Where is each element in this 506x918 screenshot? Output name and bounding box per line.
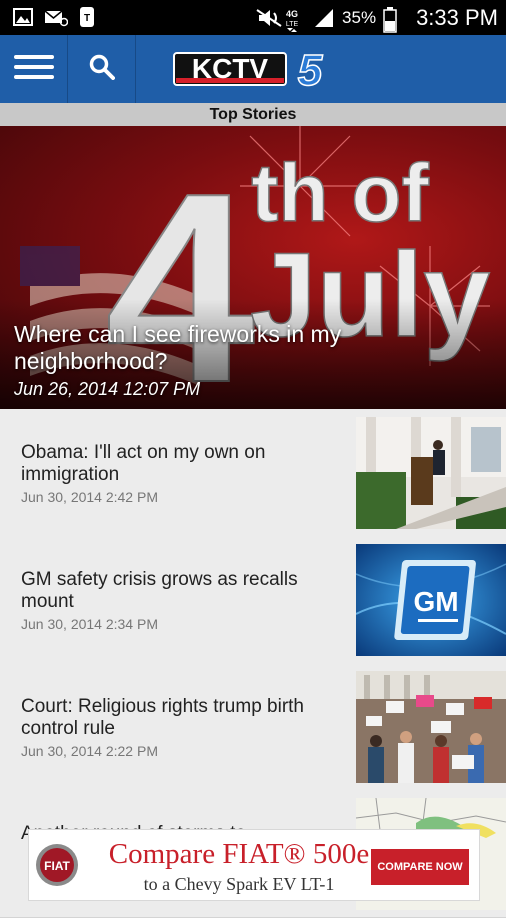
ad-banner[interactable]: FIAT Compare FIAT® 500e to a Chevy Spark… — [28, 829, 480, 901]
svg-text:LTE: LTE — [286, 21, 299, 28]
section-title: Top Stories — [0, 103, 506, 126]
menu-button[interactable] — [0, 35, 68, 103]
story-title: Court: Religious rights trump birth cont… — [21, 696, 304, 739]
lte-icon: 4G LTE — [284, 7, 306, 32]
gm-logo-text: GM — [413, 586, 458, 617]
battery-icon — [383, 6, 405, 33]
story-thumbnail — [356, 671, 506, 783]
tmobile-icon: T — [76, 6, 98, 28]
mute-icon — [255, 7, 282, 29]
hero-date: Jun 26, 2014 12:07 PM — [14, 379, 201, 399]
hero-story[interactable]: 4 th of July Where can I see fireworks i… — [0, 126, 506, 409]
story-item[interactable]: Court: Religious rights trump birth cont… — [0, 663, 506, 791]
story-date: Jun 30, 2014 2:22 PM — [21, 743, 158, 759]
station-logo[interactable]: KCTV 5 — [172, 45, 332, 96]
story-date: Jun 30, 2014 2:42 PM — [21, 489, 158, 505]
story-thumbnail — [356, 417, 506, 529]
logo-number: 5 — [298, 47, 323, 91]
hamburger-menu-icon — [13, 54, 54, 85]
fiat-logo-icon: FIAT — [35, 843, 79, 887]
app-header: KCTV 5 — [0, 35, 506, 103]
hero-graphic-th-of: th of — [251, 148, 429, 239]
status-bar: T 4G LTE 35% 3:33 PM — [0, 0, 506, 35]
hero-title: Where can I see fireworks in my neighbor… — [14, 321, 342, 374]
story-item[interactable]: Obama: I'll act on my own on immigration… — [0, 409, 506, 537]
battery-percent: 35% — [342, 7, 377, 27]
story-item[interactable]: GM safety crisis grows as recalls mount … — [0, 536, 506, 664]
story-title: GM safety crisis grows as recalls mount — [21, 569, 298, 612]
clock: 3:33 PM — [416, 4, 498, 30]
ad-subline: to a Chevy Spark EV LT-1 — [143, 874, 335, 894]
compare-now-button[interactable]: COMPARE NOW — [371, 849, 469, 885]
signal-icon — [313, 7, 335, 29]
svg-text:T: T — [84, 13, 90, 24]
ad-headline: Compare FIAT® 500e — [108, 838, 370, 870]
email-icon — [44, 6, 69, 28]
image-icon — [12, 6, 34, 28]
svg-text:4G: 4G — [286, 9, 298, 19]
story-title: Obama: I'll act on my own on immigration — [21, 442, 266, 485]
story-thumbnail: GM — [356, 544, 506, 656]
logo-text: KCTV — [192, 53, 269, 84]
story-date: Jun 30, 2014 2:34 PM — [21, 616, 158, 632]
search-button[interactable] — [68, 35, 136, 103]
fiat-badge-text: FIAT — [44, 859, 70, 873]
search-icon — [89, 54, 115, 85]
